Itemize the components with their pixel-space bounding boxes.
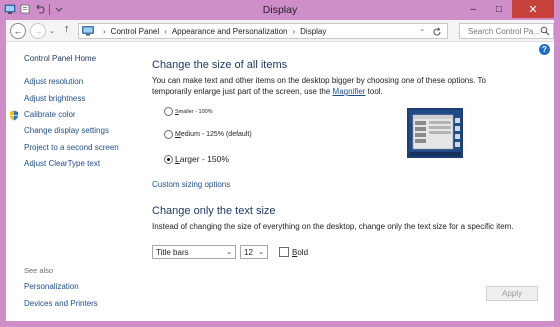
window-controls: – □ ✕ — [460, 0, 554, 18]
search-box[interactable]: Search Control Pa... — [459, 23, 554, 39]
address-bar[interactable]: › Control Panel › Appearance and Persona… — [78, 23, 448, 39]
bold-label: Bold — [292, 247, 309, 257]
sidebar-item-adjust-resolution[interactable]: Adjust resolution — [24, 77, 83, 86]
breadcrumb-separator: › — [164, 26, 167, 36]
forward-arrow-icon: → — [33, 26, 43, 36]
custom-sizing-options-link[interactable]: Custom sizing options — [152, 180, 230, 189]
sidebar-item-change-display-settings[interactable]: Change display settings — [24, 126, 109, 135]
sidebar-item-devices-and-printers[interactable]: Devices and Printers — [24, 299, 98, 308]
sidebar-item-project-to-second-screen[interactable]: Project to a second screen — [24, 143, 119, 152]
section-title-size-of-all-items: Change the size of all items — [152, 59, 288, 71]
recent-locations-dropdown[interactable]: ⌄ — [49, 27, 55, 35]
minimize-button[interactable]: – — [460, 0, 486, 18]
control-panel-icon — [82, 26, 94, 36]
maximize-button[interactable]: □ — [486, 0, 512, 18]
radio-label-medium: Medium - 125% (default) — [175, 131, 252, 138]
title-bar: Display – □ ✕ — [0, 0, 560, 20]
description-text: You can make text and other items on the… — [152, 76, 486, 96]
display-preview-image — [407, 108, 463, 158]
shield-icon — [10, 110, 18, 121]
breadcrumb-display[interactable]: Display — [300, 27, 326, 36]
see-also-heading: See also — [24, 266, 54, 275]
magnifier-link[interactable]: Magnifier — [333, 87, 366, 96]
radio-smaller[interactable] — [164, 107, 173, 116]
window: Display – □ ✕ ← → ⌄ ↑ › Control Panel › … — [0, 0, 560, 327]
breadcrumb-separator: › — [292, 26, 296, 36]
description-text-end: tool. — [365, 87, 383, 96]
radio-option-medium[interactable]: Medium - 125% (default) — [164, 130, 252, 139]
navigation-bar: ← → ⌄ ↑ › Control Panel › Appearance and… — [6, 20, 554, 42]
radio-label-smaller: Smaller - 100% — [175, 108, 213, 115]
section-description: You can make text and other items on the… — [152, 75, 502, 97]
radio-label-larger: Larger - 150% — [175, 154, 229, 164]
up-one-level-button[interactable]: ↑ — [64, 23, 70, 35]
radio-option-larger[interactable]: Larger - 150% — [164, 154, 229, 164]
font-size-select[interactable]: 12 ⌄ — [240, 245, 268, 259]
apply-button[interactable]: Apply — [486, 286, 538, 301]
radio-larger[interactable] — [164, 154, 173, 164]
breadcrumb-separator: › — [103, 26, 106, 36]
sidebar-item-calibrate-color[interactable]: Calibrate color — [24, 110, 76, 119]
forward-button[interactable]: → — [30, 23, 46, 39]
item-select-value: Title bars — [156, 248, 189, 257]
breadcrumb-control-panel[interactable]: Control Panel — [111, 27, 159, 36]
help-icon[interactable]: ? — [539, 44, 550, 55]
back-button[interactable]: ← — [10, 23, 26, 39]
sidebar-item-adjust-brightness[interactable]: Adjust brightness — [24, 94, 85, 103]
item-select[interactable]: Title bars ⌄ — [152, 245, 236, 259]
sidebar: Control Panel Home Adjust resolution Adj… — [6, 42, 136, 321]
main-content: ? Change the size of all items You can m… — [152, 42, 552, 321]
chevron-down-icon: ⌄ — [226, 249, 232, 256]
section-title-text-size: Change only the text size — [152, 205, 276, 217]
font-size-select-value: 12 — [244, 248, 253, 257]
client-area: Control Panel Home Adjust resolution Adj… — [6, 42, 554, 321]
breadcrumb-appearance-and-personalization[interactable]: Appearance and Personalization — [172, 27, 288, 36]
sidebar-item-personalization[interactable]: Personalization — [24, 282, 79, 291]
text-size-description: Instead of changing the size of everythi… — [152, 222, 514, 231]
radio-option-smaller[interactable]: Smaller - 100% — [164, 107, 213, 116]
bold-option[interactable]: Bold — [279, 247, 308, 257]
bold-checkbox[interactable] — [279, 247, 289, 257]
address-history-dropdown[interactable]: ⌄ — [419, 25, 425, 33]
chevron-down-icon: ⌄ — [258, 249, 264, 256]
refresh-icon[interactable] — [432, 27, 442, 37]
back-arrow-icon: ← — [13, 26, 23, 36]
search-input[interactable]: Search Control Pa... — [468, 27, 540, 36]
radio-medium[interactable] — [164, 130, 173, 139]
sidebar-control-panel-home[interactable]: Control Panel Home — [24, 54, 96, 63]
search-icon[interactable] — [540, 26, 550, 36]
sidebar-item-adjust-cleartype-text[interactable]: Adjust ClearType text — [24, 159, 100, 168]
close-button[interactable]: ✕ — [512, 0, 554, 18]
